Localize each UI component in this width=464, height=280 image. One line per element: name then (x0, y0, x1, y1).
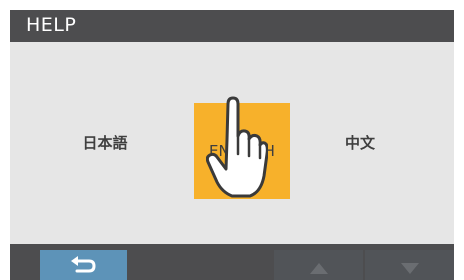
language-selection-area: 日本語 ENGLISH 中文 (10, 42, 454, 244)
language-option-japanese[interactable]: 日本語 (60, 133, 150, 153)
triangle-down-icon (401, 263, 419, 274)
page-title: HELP (26, 14, 77, 36)
back-button[interactable] (40, 250, 127, 280)
header-bar: HELP (10, 10, 454, 42)
help-screen: HELP 日本語 ENGLISH 中文 (0, 0, 464, 280)
language-option-chinese[interactable]: 中文 (310, 133, 410, 153)
scroll-up-button[interactable] (274, 250, 363, 280)
language-option-english[interactable]: ENGLISH (194, 103, 290, 199)
triangle-up-icon (310, 263, 328, 274)
footer-bar (10, 244, 454, 280)
scroll-down-button[interactable] (365, 250, 454, 280)
panel: HELP 日本語 ENGLISH 中文 (10, 10, 454, 280)
return-arrow-icon (71, 256, 96, 273)
